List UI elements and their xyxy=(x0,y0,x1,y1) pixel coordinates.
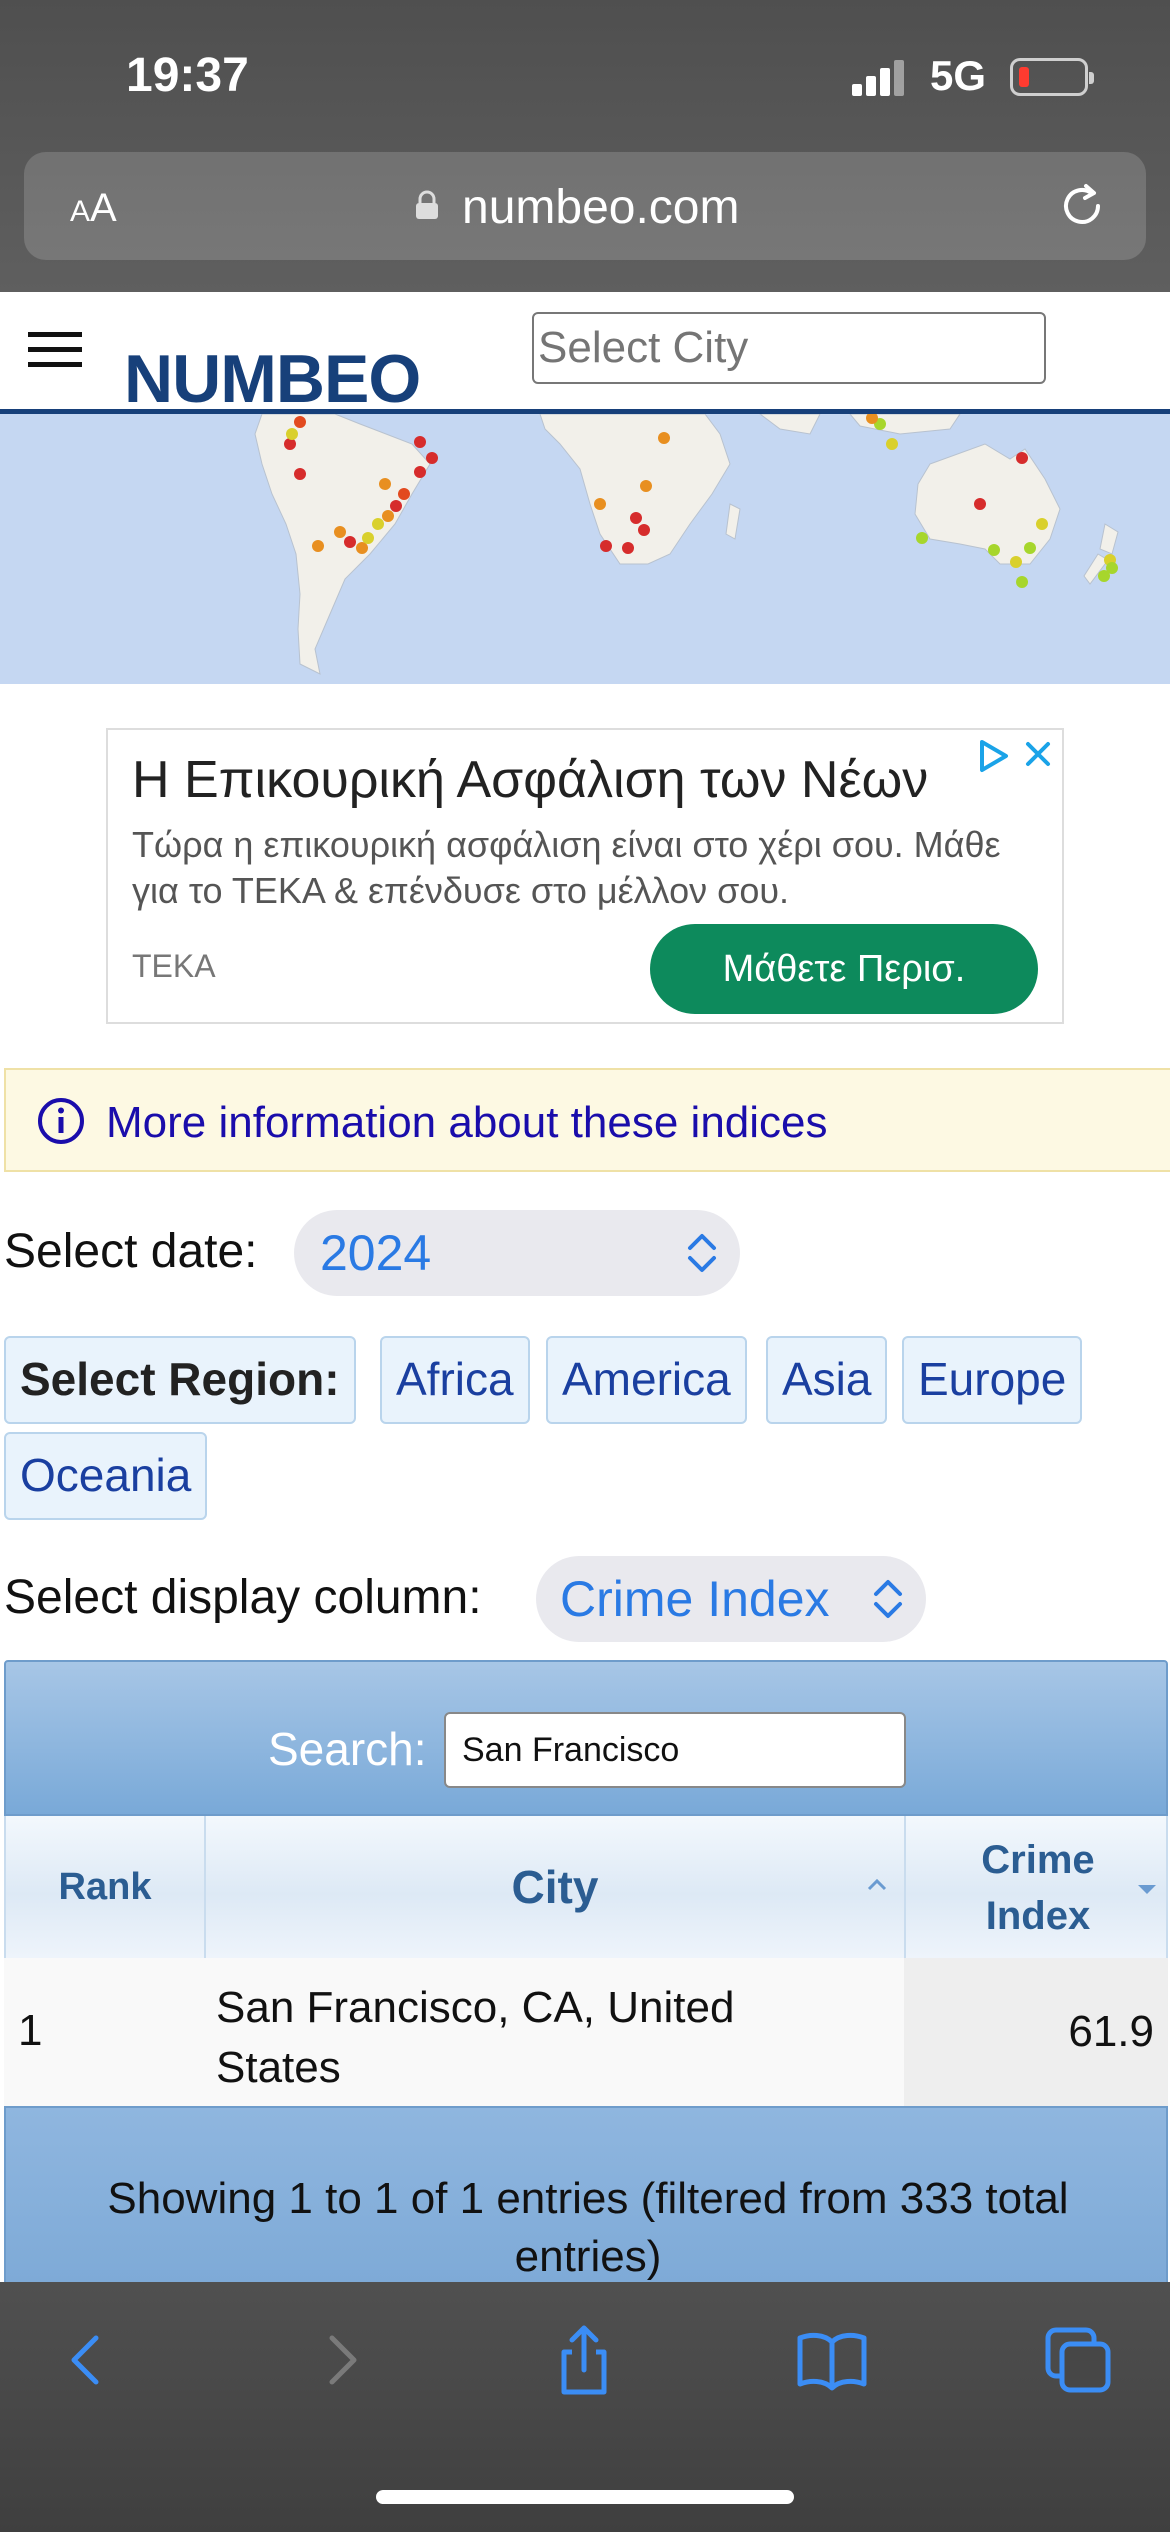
browser-top-chrome: 19:37 5G AA numbeo.com xyxy=(0,0,1170,292)
info-box: More information about these indices xyxy=(4,1068,1170,1172)
date-label: Select date: xyxy=(4,1225,258,1278)
column-header-crime-index[interactable]: Crime Index xyxy=(906,1816,1170,1958)
lock-icon xyxy=(416,190,438,219)
ad-description: Τώρα η επικουρική ασφάλιση είναι στο χέρ… xyxy=(132,824,1001,911)
table-info-text: Showing 1 to 1 of 1 entries (filtered fr… xyxy=(107,2174,1069,2281)
info-icon xyxy=(38,1098,84,1144)
ad-choices-icon[interactable] xyxy=(976,738,1012,774)
table-search-input[interactable] xyxy=(444,1712,906,1788)
city-header-label: City xyxy=(511,1861,599,1913)
tabs-icon[interactable] xyxy=(1040,2322,1116,2398)
status-time: 19:37 xyxy=(126,49,249,102)
browser-toolbar xyxy=(0,2282,1170,2532)
date-selected-value: 2024 xyxy=(320,1225,432,1281)
search-label: Search: xyxy=(268,1723,427,1775)
ad-brand: ΤΕΚΑ xyxy=(132,948,216,984)
close-icon[interactable] xyxy=(1020,736,1056,772)
network-label: 5G xyxy=(930,52,987,99)
reload-icon[interactable] xyxy=(1054,178,1110,234)
signal-icon xyxy=(852,60,908,96)
bookmarks-icon[interactable] xyxy=(794,2322,870,2398)
cell-rank: 1 xyxy=(18,2006,43,2055)
display-column-select[interactable]: Crime Index xyxy=(536,1556,926,1642)
battery-icon xyxy=(1010,58,1094,96)
site-header: NUMBEO xyxy=(0,292,1170,417)
crime-index-header-line1: Crime xyxy=(981,1838,1095,1882)
advertisement[interactable]: Η Επικουρική Ασφάλιση των Νέων Τώρα η επ… xyxy=(106,728,1064,1024)
table-header: Rank City Crime Index xyxy=(4,1816,1168,1958)
region-button-america[interactable]: America xyxy=(546,1336,747,1424)
updown-icon xyxy=(874,1580,902,1618)
region-label: Select Region: xyxy=(4,1336,356,1424)
display-column-label: Select display column: xyxy=(4,1571,482,1624)
region-button-oceania[interactable]: Oceania xyxy=(4,1432,208,1520)
city-select-input[interactable] xyxy=(532,312,1046,384)
back-icon[interactable] xyxy=(50,2322,126,2398)
crime-index-header-line2: Index xyxy=(985,1894,1091,1938)
sort-down-icon xyxy=(1138,1885,1156,1894)
url-text[interactable]: numbeo.com xyxy=(462,180,739,235)
forward-icon[interactable] xyxy=(302,2322,378,2398)
sort-up-icon xyxy=(867,1878,887,1891)
url-bar[interactable]: AA numbeo.com xyxy=(24,152,1146,260)
share-icon[interactable] xyxy=(546,2322,622,2398)
cell-city[interactable]: San Francisco, CA, United States xyxy=(216,1978,856,2098)
column-header-rank[interactable]: Rank xyxy=(6,1816,206,1958)
hamburger-icon[interactable] xyxy=(28,332,82,368)
site-logo[interactable]: NUMBEO xyxy=(124,340,421,418)
table-row[interactable]: 1 San Francisco, CA, United States 61.9 xyxy=(4,1958,1168,2106)
ad-cta-button[interactable]: Μάθετε Περισ. xyxy=(650,924,1038,1014)
indices-info-link[interactable]: More information about these indices xyxy=(106,1098,828,1148)
updown-icon xyxy=(688,1234,716,1272)
ad-title[interactable]: Η Επικουρική Ασφάλιση των Νέων xyxy=(132,750,928,810)
region-button-africa[interactable]: Africa xyxy=(380,1336,530,1424)
column-header-city[interactable]: City xyxy=(206,1816,906,1958)
text-size-button[interactable]: AA xyxy=(70,186,117,231)
map-graphic xyxy=(254,414,1119,675)
region-button-asia[interactable]: Asia xyxy=(766,1336,888,1424)
crime-map[interactable] xyxy=(0,414,1170,684)
date-select[interactable]: 2024 xyxy=(294,1210,740,1296)
home-indicator xyxy=(376,2490,794,2504)
region-button-europe[interactable]: Europe xyxy=(902,1336,1083,1424)
table-footer: Showing 1 to 1 of 1 entries (filtered fr… xyxy=(4,2106,1168,2286)
display-column-value: Crime Index xyxy=(560,1571,830,1627)
table-search-panel: Search: xyxy=(4,1660,1168,1816)
cell-crime-index: 61.9 xyxy=(904,1958,1168,2106)
